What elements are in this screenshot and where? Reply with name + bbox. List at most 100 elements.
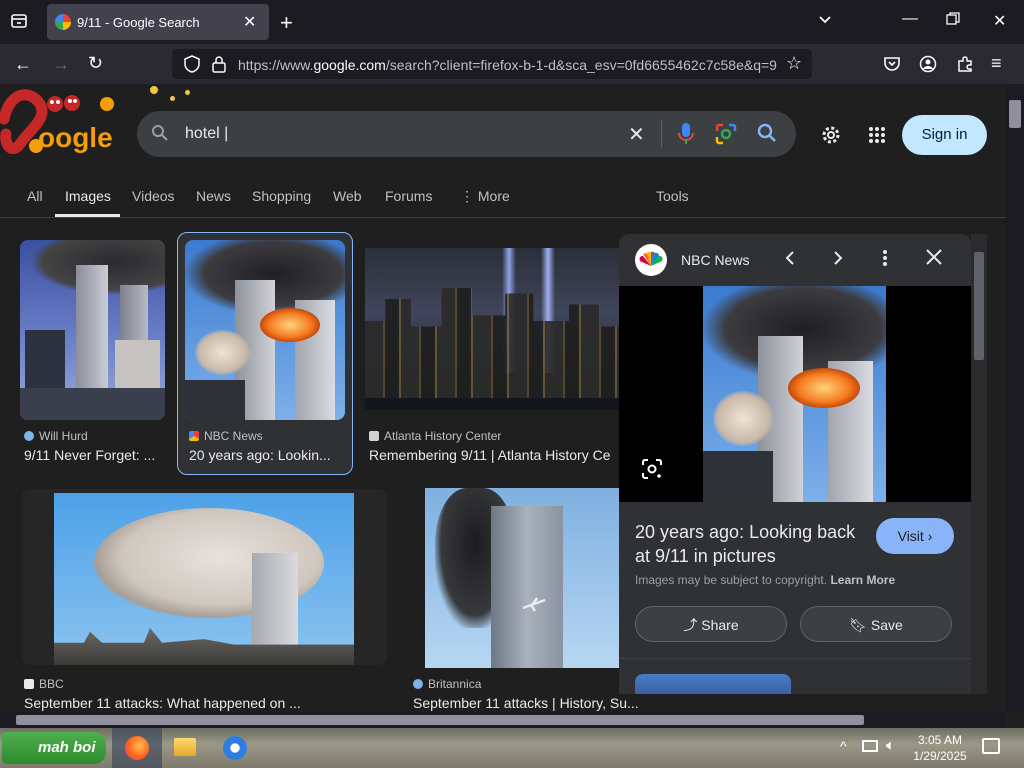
plus-icon[interactable]: + xyxy=(280,10,293,36)
nbc-logo xyxy=(635,244,667,276)
tab-forums[interactable]: Forums xyxy=(385,188,432,204)
lens-search-icon[interactable] xyxy=(641,458,663,485)
bookmark-icon: 🔖︎ xyxy=(849,617,867,633)
bridge-shape xyxy=(20,388,165,420)
tray-chevron-icon[interactable]: ^ xyxy=(840,738,847,754)
settings-icon[interactable] xyxy=(820,124,842,151)
horizontal-scrollbar-thumb[interactable] xyxy=(16,715,864,725)
result-image[interactable] xyxy=(365,248,620,410)
maximize-icon[interactable] xyxy=(946,12,960,31)
chevron-down-icon[interactable] xyxy=(817,12,833,33)
start-label: mah boi xyxy=(38,739,96,756)
menu-icon[interactable]: ≡ xyxy=(991,53,1002,74)
skyline-shape xyxy=(365,288,620,398)
mic-icon[interactable] xyxy=(678,122,694,151)
result-caption[interactable]: September 11 attacks: What happened on .… xyxy=(24,695,324,711)
tab-videos[interactable]: Videos xyxy=(132,188,175,204)
address-bar[interactable]: https://www.google.com/search?client=fir… xyxy=(172,49,812,79)
tab-list-icon[interactable] xyxy=(10,12,28,35)
network-icon[interactable] xyxy=(862,740,878,752)
tower-shape xyxy=(76,265,108,400)
window-close-icon[interactable]: ✕ xyxy=(993,11,1006,31)
airplane-shape xyxy=(521,596,547,612)
tab-web[interactable]: Web xyxy=(333,188,362,204)
folder-icon[interactable] xyxy=(174,738,196,756)
doodle-dot xyxy=(150,86,158,94)
related-image[interactable] xyxy=(635,674,791,694)
shield-icon[interactable] xyxy=(184,55,200,78)
clock-date: 1/29/2025 xyxy=(913,749,967,763)
more-vert-icon[interactable] xyxy=(881,249,889,272)
google-favicon xyxy=(55,14,71,30)
apps-icon[interactable] xyxy=(868,126,886,149)
taskbar-item-firefox[interactable] xyxy=(112,728,162,768)
result-caption[interactable]: 20 years ago: Lookin... xyxy=(189,447,344,463)
reload-icon[interactable]: ↻ xyxy=(88,53,103,74)
panel-close-icon[interactable] xyxy=(925,248,943,271)
tab-images[interactable]: Images xyxy=(65,188,111,204)
save-button[interactable]: 🔖︎ Save xyxy=(800,606,952,642)
result-source: Will Hurd xyxy=(24,429,88,443)
preview-image-frame xyxy=(619,286,971,502)
extensions-icon[interactable] xyxy=(956,55,974,78)
tab-title: 9/11 - Google Search xyxy=(77,15,200,30)
search-input[interactable]: hotel | xyxy=(185,125,228,143)
tab-more[interactable]: ⋮ More xyxy=(460,188,510,205)
notification-icon[interactable] xyxy=(982,738,1000,754)
result-image[interactable] xyxy=(185,240,345,420)
result-caption[interactable]: Remembering 9/11 | Atlanta History Ce xyxy=(369,447,619,463)
result-image[interactable] xyxy=(425,488,620,668)
tab-news[interactable]: News xyxy=(196,188,231,204)
app-icon[interactable] xyxy=(223,736,247,760)
vertical-scrollbar[interactable] xyxy=(1006,84,1024,712)
result-source: Atlanta History Center xyxy=(369,429,501,443)
result-image[interactable] xyxy=(20,240,165,420)
fire-shape xyxy=(260,308,320,342)
navigation-bar: ← → ↻ https://www.google.com/search?clie… xyxy=(0,44,1024,84)
learn-more-link[interactable]: Learn More xyxy=(830,573,895,587)
account-icon[interactable] xyxy=(919,55,937,78)
search-bar[interactable]: hotel | ✕ xyxy=(137,111,796,157)
google-doodle-logo[interactable]: oogle xyxy=(0,89,125,159)
fire-shape xyxy=(788,368,860,408)
sign-in-button[interactable]: Sign in xyxy=(902,115,987,155)
visit-button[interactable]: Visit › xyxy=(876,518,954,554)
lock-icon[interactable] xyxy=(212,55,226,78)
vertical-scrollbar-thumb[interactable] xyxy=(1009,100,1021,128)
horizontal-scrollbar[interactable] xyxy=(0,712,1006,728)
minimize-icon[interactable]: — xyxy=(902,10,918,28)
search-submit-icon[interactable] xyxy=(757,123,777,148)
image-preview-panel: NBC News 20 years ago: Looking back at 9… xyxy=(619,234,971,694)
result-card[interactable] xyxy=(22,489,387,665)
chevron-left-icon[interactable] xyxy=(782,249,798,272)
result-caption[interactable]: September 11 attacks | History, Su... xyxy=(413,695,653,711)
panel-scrollbar-thumb[interactable] xyxy=(974,252,984,360)
share-icon: ⤴ xyxy=(683,617,698,633)
share-button[interactable]: ⤴ Share xyxy=(635,606,787,642)
lens-icon[interactable] xyxy=(715,123,737,150)
browser-tab[interactable]: 9/11 - Google Search ✕ xyxy=(47,4,269,40)
tab-shopping[interactable]: Shopping xyxy=(252,188,311,204)
forward-icon[interactable]: → xyxy=(52,54,70,75)
panel-title[interactable]: 20 years ago: Looking back at 9/11 in pi… xyxy=(635,520,855,568)
tools-button[interactable]: Tools xyxy=(656,188,689,204)
start-button[interactable]: mah boi xyxy=(2,732,106,764)
panel-source[interactable]: NBC News xyxy=(681,252,749,268)
url-text[interactable]: https://www.google.com/search?client=fir… xyxy=(238,57,778,73)
star-icon[interactable]: ☆ xyxy=(786,53,802,74)
chevron-right-icon[interactable] xyxy=(830,249,846,272)
tab-all[interactable]: All xyxy=(27,188,43,204)
preview-image[interactable] xyxy=(703,286,886,502)
close-icon[interactable]: ✕ xyxy=(243,12,256,32)
search-icon xyxy=(151,124,169,147)
volume-icon[interactable]: 🔈︎ xyxy=(886,737,895,754)
google-images-page: oogle hotel | ✕ Sign in All Images Video… xyxy=(0,84,1006,712)
result-image[interactable] xyxy=(54,493,354,665)
result-caption[interactable]: 9/11 Never Forget: ... xyxy=(24,447,164,463)
back-icon[interactable]: ← xyxy=(14,54,32,75)
pocket-icon[interactable] xyxy=(883,55,901,78)
building-shape xyxy=(185,380,245,420)
panel-scrollbar[interactable] xyxy=(971,234,987,694)
clock[interactable]: 3:05 AM 1/29/2025 xyxy=(912,732,968,764)
clear-icon[interactable]: ✕ xyxy=(628,122,645,147)
